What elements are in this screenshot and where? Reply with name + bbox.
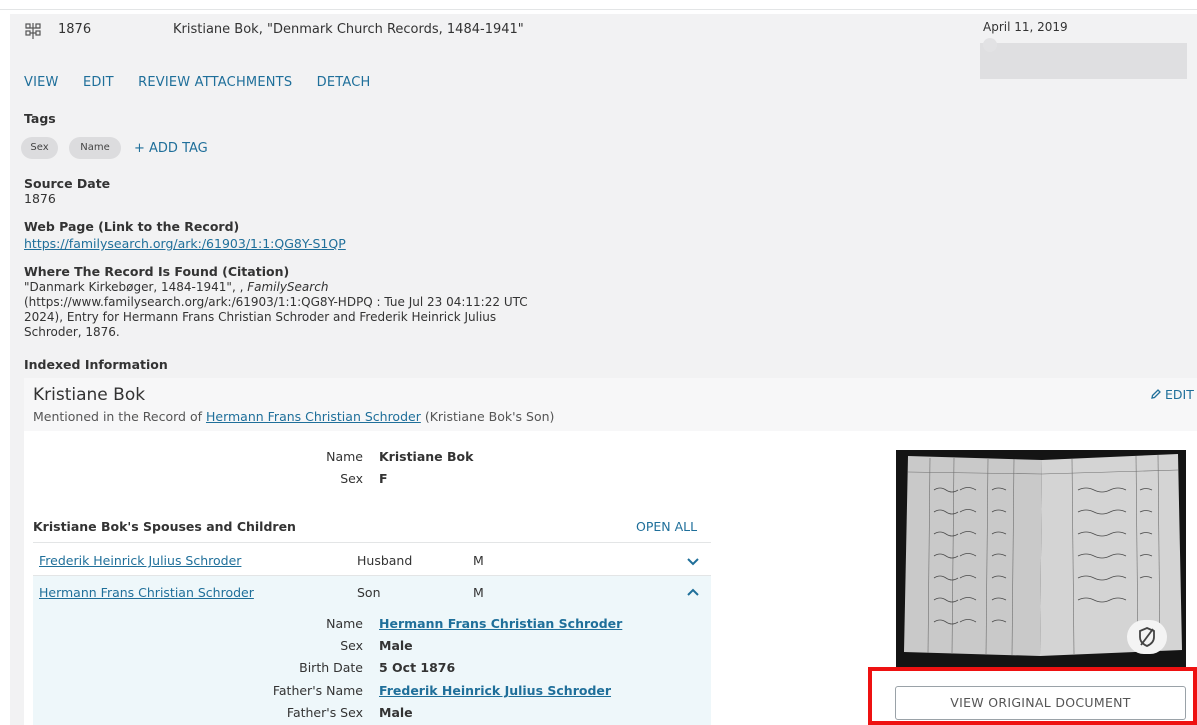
detail-value-sex: Male: [379, 638, 413, 653]
detail-label-fathers-name: Father's Name: [272, 683, 363, 698]
spouses-children-title: Kristiane Bok's Spouses and Children: [33, 519, 296, 534]
citation-line-3: 2024), Entry for Hermann Frans Christian…: [24, 310, 497, 324]
field-value-name: Kristiane Bok: [379, 449, 474, 464]
edit-person-button[interactable]: EDIT: [1150, 387, 1194, 402]
source-attached-date: April 11, 2019: [983, 20, 1068, 34]
relative-role: Son: [357, 585, 381, 600]
relative-sex: M: [473, 585, 484, 600]
record-link[interactable]: https://familysearch.org/ark:/61903/1:1:…: [24, 236, 346, 251]
review-attachments-action[interactable]: REVIEW ATTACHMENTS: [138, 75, 292, 90]
citation-line-1: "Danmark Kirkebøger, 1484-1941", ,: [24, 280, 248, 294]
image-security-badge[interactable]: [1127, 620, 1167, 654]
field-label-sex: Sex: [340, 471, 363, 486]
detail-label-fathers-sex: Father's Sex: [286, 705, 363, 720]
detail-value-birth-date: 5 Oct 1876: [379, 660, 456, 675]
top-divider: [0, 9, 1197, 10]
indexed-info-label: Indexed Information: [24, 357, 168, 372]
relative-role: Husband: [357, 553, 413, 568]
tags-label: Tags: [24, 111, 56, 126]
contributor-avatar: [983, 38, 997, 52]
detail-value-fathers-name[interactable]: Frederik Heinrick Julius Schroder: [379, 683, 611, 698]
citation-label: Where The Record Is Found (Citation): [24, 264, 290, 279]
detail-label-name: Name: [326, 616, 363, 631]
source-year: 1876: [58, 22, 92, 37]
source-date-value: 1876: [24, 191, 56, 206]
view-original-document-button[interactable]: VIEW ORIGINAL DOCUMENT: [895, 686, 1186, 720]
chevron-down-icon[interactable]: [686, 556, 700, 566]
add-tag-button[interactable]: + ADD TAG: [134, 141, 208, 156]
web-page-label: Web Page (Link to the Record): [24, 219, 240, 234]
source-date-label: Source Date: [24, 176, 111, 191]
tag-name[interactable]: Name: [69, 137, 121, 159]
detach-action[interactable]: DETACH: [317, 75, 371, 90]
open-all-button[interactable]: OPEN ALL: [636, 519, 697, 534]
citation-italic: FamilySearch: [247, 280, 329, 294]
person-mention: Mentioned in the Record of Hermann Frans…: [33, 409, 554, 424]
relative-link-husband[interactable]: Frederik Heinrick Julius Schroder: [39, 553, 241, 568]
relative-sex: M: [473, 553, 484, 568]
edit-label: EDIT: [1165, 387, 1194, 402]
detail-value-fathers-sex: Male: [379, 705, 413, 720]
citation-line-2: (https://www.familysearch.org/ark:/61903…: [24, 295, 528, 309]
detail-label-birth-date: Birth Date: [299, 660, 363, 675]
source-actions: VIEW EDIT REVIEW ATTACHMENTS DETACH: [24, 75, 391, 90]
citation-line-4: Schroder, 1876.: [24, 325, 120, 339]
source-title: Kristiane Bok, "Denmark Church Records, …: [173, 22, 524, 37]
person-name: Kristiane Bok: [33, 385, 146, 405]
relative-link-son[interactable]: Hermann Frans Christian Schroder: [39, 585, 254, 600]
edit-action[interactable]: EDIT: [83, 75, 114, 90]
field-label-name: Name: [326, 449, 363, 464]
detail-label-sex: Sex: [340, 638, 363, 653]
mention-suffix: (Kristiane Bok's Son): [420, 409, 555, 424]
shield-icon: [1139, 627, 1155, 647]
citation-text: "Danmark Kirkebøger, 1484-1941", , Famil…: [24, 280, 594, 340]
contributor-placeholder: [980, 43, 1187, 79]
field-value-sex: F: [379, 471, 388, 486]
mention-prefix: Mentioned in the Record of: [33, 409, 206, 424]
mention-link[interactable]: Hermann Frans Christian Schroder: [206, 409, 421, 424]
tag-sex[interactable]: Sex: [21, 137, 58, 159]
view-action[interactable]: VIEW: [24, 75, 59, 90]
detail-value-name[interactable]: Hermann Frans Christian Schroder: [379, 616, 622, 631]
tree-icon: [25, 23, 41, 39]
chevron-up-icon[interactable]: [686, 587, 700, 597]
pencil-icon: [1151, 389, 1161, 399]
divider: [33, 542, 711, 543]
